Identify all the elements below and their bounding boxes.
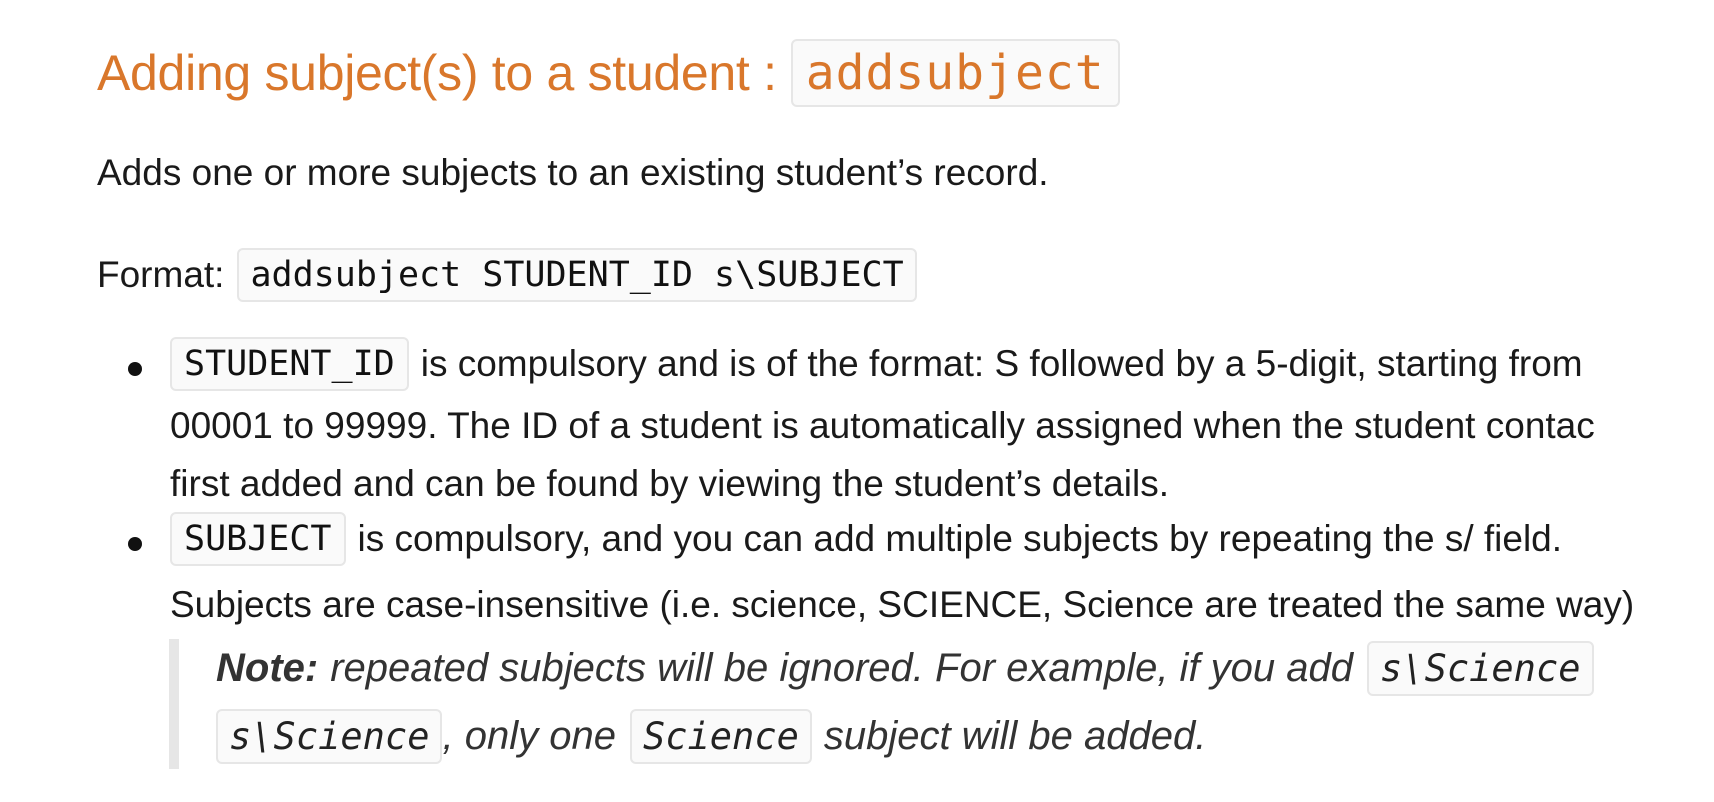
format-line: Format: addsubject STUDENT_ID s\SUBJECT [97,248,917,302]
note-blockquote-bar [169,639,179,769]
note-text-2: , only one [442,713,616,758]
bullet-2-line-2: Subjects are case-insensitive (i.e. scie… [170,584,1635,625]
description: Adds one or more subjects to an existing… [97,152,1049,193]
page-title-command: addsubject [790,39,1120,107]
note-label: Note: [216,645,319,690]
bullet-2-line-1: SUBJECT is compulsory, and you can add m… [170,512,1563,566]
note-text-3: subject will be added. [823,713,1207,758]
bullet-dot [128,362,142,376]
param-student-id: STUDENT_ID [170,337,409,391]
bullet-dot [128,537,142,551]
bullet-1-text-1: is compulsory and is of the format: S fo… [420,343,1583,384]
note-text-1: repeated subjects will be ignored. For e… [330,645,1354,690]
note-line-1: Note: repeated subjects will be ignored.… [216,640,1594,696]
bullet-1-line-3: first added and can be found by viewing … [170,463,1169,504]
format-label: Format: [97,254,225,295]
note-code-1: s\Science [1367,640,1594,696]
page-title: Adding subject(s) to a student : addsubj… [97,38,1120,108]
format-syntax: addsubject STUDENT_ID s\SUBJECT [237,248,917,302]
page-title-text: Adding subject(s) to a student : [97,45,777,101]
bullet-1-line-2: 00001 to 99999. The ID of a student is a… [170,405,1595,446]
note-code-2: s\Science [216,708,443,764]
param-subject: SUBJECT [170,512,346,566]
bullet-1-line-1: STUDENT_ID is compulsory and is of the f… [170,337,1583,391]
bullet-2-text-1: is compulsory, and you can add multiple … [357,518,1563,559]
note-code-3: Science [629,708,812,764]
note-line-2: s\Science , only one Science subject wil… [216,708,1207,764]
